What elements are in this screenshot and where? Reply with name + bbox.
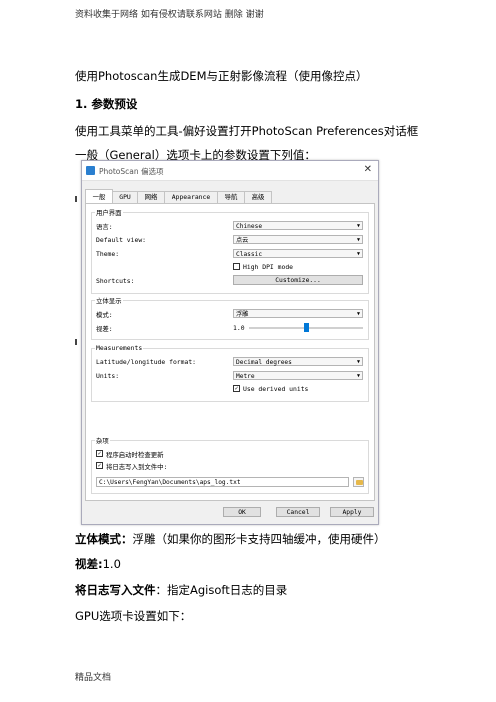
chevron-down-icon: ▼ — [356, 373, 360, 379]
note-log-file: 将日志写入文件：指定Agisoft日志的目录 — [75, 582, 287, 598]
note-log-file-text: ：指定Agisoft日志的目录 — [155, 583, 288, 597]
log-path-input[interactable]: C:\Users\FengYan\Documents\aps_log.txt — [96, 477, 349, 487]
chevron-down-icon: ▼ — [356, 311, 360, 317]
note-parallax-label: 视差: — [75, 557, 103, 571]
photoscan-app-icon — [86, 166, 95, 175]
latlon-format-select[interactable]: Decimal degrees ▼ — [233, 357, 363, 366]
stereo-mode-value: 浮雕 — [236, 311, 249, 318]
group-misc: 杂项 ✓ 程序启动时检查更新 ✓ 将日志写入到文件中: C:\Users\Fen… — [91, 436, 369, 494]
derived-units-checkbox[interactable]: ✓ — [233, 385, 240, 392]
preferences-dialog: PhotoScan 偏选项 ✕ 一般 GPU 网络 Appearance 导航 … — [81, 160, 379, 525]
tab-network[interactable]: 网络 — [137, 191, 165, 203]
group-title: Measurements — [95, 344, 144, 352]
latlon-format-label: Latitude/longitude format: — [96, 358, 197, 366]
tab-panel-general: 用户界面 语言: Chinese ▼ Default view: 点云 ▼ Th… — [85, 203, 375, 501]
page-footer: 精品文档 — [75, 673, 112, 683]
default-view-select[interactable]: 点云 ▼ — [233, 235, 363, 244]
default-view-label: Default view: — [96, 236, 147, 244]
customize-button[interactable]: Customize... — [233, 275, 363, 285]
shortcuts-label: Shortcuts: — [96, 277, 135, 285]
note-stereo-mode-label: 立体模式： — [75, 532, 133, 546]
note-parallax-text: 1.0 — [102, 557, 121, 571]
high-dpi-checkbox[interactable] — [233, 263, 240, 270]
group-title: 立体显示 — [95, 296, 123, 305]
chevron-down-icon: ▼ — [356, 237, 360, 243]
section-title: 1. 参数预设 — [75, 97, 138, 111]
chevron-down-icon: ▼ — [356, 251, 360, 257]
note-log-file-label: 将日志写入文件 — [75, 583, 156, 597]
units-value: Metre — [236, 373, 255, 380]
parallax-label: 视差: — [96, 325, 113, 333]
folder-icon — [356, 480, 363, 485]
latlon-format-value: Decimal degrees — [236, 359, 292, 366]
language-value: Chinese — [236, 223, 263, 230]
chevron-down-icon: ▼ — [356, 359, 360, 365]
tab-appearance[interactable]: Appearance — [164, 191, 218, 203]
default-view-value: 点云 — [236, 237, 249, 244]
cancel-button[interactable]: Cancel — [276, 507, 320, 517]
tab-navigation[interactable]: 导航 — [217, 191, 245, 203]
theme-label: Theme: — [96, 250, 120, 258]
margin-mark — [75, 196, 77, 202]
browse-folder-button[interactable] — [353, 477, 364, 487]
parallax-value: 1.0 — [233, 324, 245, 332]
high-dpi-label: High DPI mode — [243, 263, 294, 271]
note-gpu: GPU选项卡设置如下： — [75, 609, 192, 623]
note-stereo-mode: 立体模式：浮雕（如果你的图形卡支持四轴缓冲，使用硬件） — [75, 531, 386, 547]
check-updates-checkbox[interactable]: ✓ — [96, 450, 103, 457]
stereo-mode-select[interactable]: 浮雕 ▼ — [233, 309, 363, 318]
derived-units-label: Use derived units — [243, 385, 309, 393]
stereo-mode-label: 模式: — [96, 311, 113, 319]
apply-button[interactable]: Apply — [330, 507, 374, 517]
ok-button[interactable]: OK — [223, 507, 261, 517]
dialog-title: PhotoScan 偏选项 — [99, 167, 164, 176]
group-title: 杂项 — [95, 436, 110, 445]
group-title: 用户界面 — [95, 208, 123, 217]
page-header: 资料收集于网络 如有侵权请联系网站 删除 谢谢 — [75, 10, 264, 20]
note-parallax: 视差:1.0 — [75, 556, 121, 572]
note-stereo-mode-text: 浮雕（如果你的图形卡支持四轴缓冲，使用硬件） — [132, 532, 386, 546]
units-select[interactable]: Metre ▼ — [233, 371, 363, 380]
dialog-titlebar[interactable]: PhotoScan 偏选项 ✕ — [82, 161, 378, 181]
units-label: Units: — [96, 372, 120, 380]
chevron-down-icon: ▼ — [356, 223, 360, 229]
paragraph-1: 使用工具菜单的工具-偏好设置打开PhotoScan Preferences对话框 — [75, 124, 419, 138]
write-log-checkbox[interactable]: ✓ — [96, 462, 103, 469]
close-icon[interactable]: ✕ — [364, 164, 372, 175]
group-stereo-display: 立体显示 模式: 浮雕 ▼ 视差: 1.0 — [91, 296, 369, 340]
language-select[interactable]: Chinese ▼ — [233, 221, 363, 230]
group-user-interface: 用户界面 语言: Chinese ▼ Default view: 点云 ▼ Th… — [91, 208, 369, 294]
tab-general[interactable]: 一般 — [85, 189, 113, 204]
theme-select[interactable]: Classic ▼ — [233, 249, 363, 258]
tab-gpu[interactable]: GPU — [112, 191, 138, 203]
tab-advanced[interactable]: 高级 — [244, 191, 272, 203]
heading-line: 使用Photoscan生成DEM与正射影像流程（使用像控点） — [75, 69, 368, 83]
write-log-label: 将日志写入到文件中: — [106, 463, 168, 471]
group-measurements: Measurements Latitude/longitude format: … — [91, 344, 369, 402]
parallax-slider-thumb[interactable] — [303, 323, 309, 332]
language-label: 语言: — [96, 223, 113, 231]
check-updates-label: 程序启动时检查更新 — [106, 451, 164, 459]
margin-mark — [75, 339, 77, 345]
theme-value: Classic — [236, 251, 263, 258]
